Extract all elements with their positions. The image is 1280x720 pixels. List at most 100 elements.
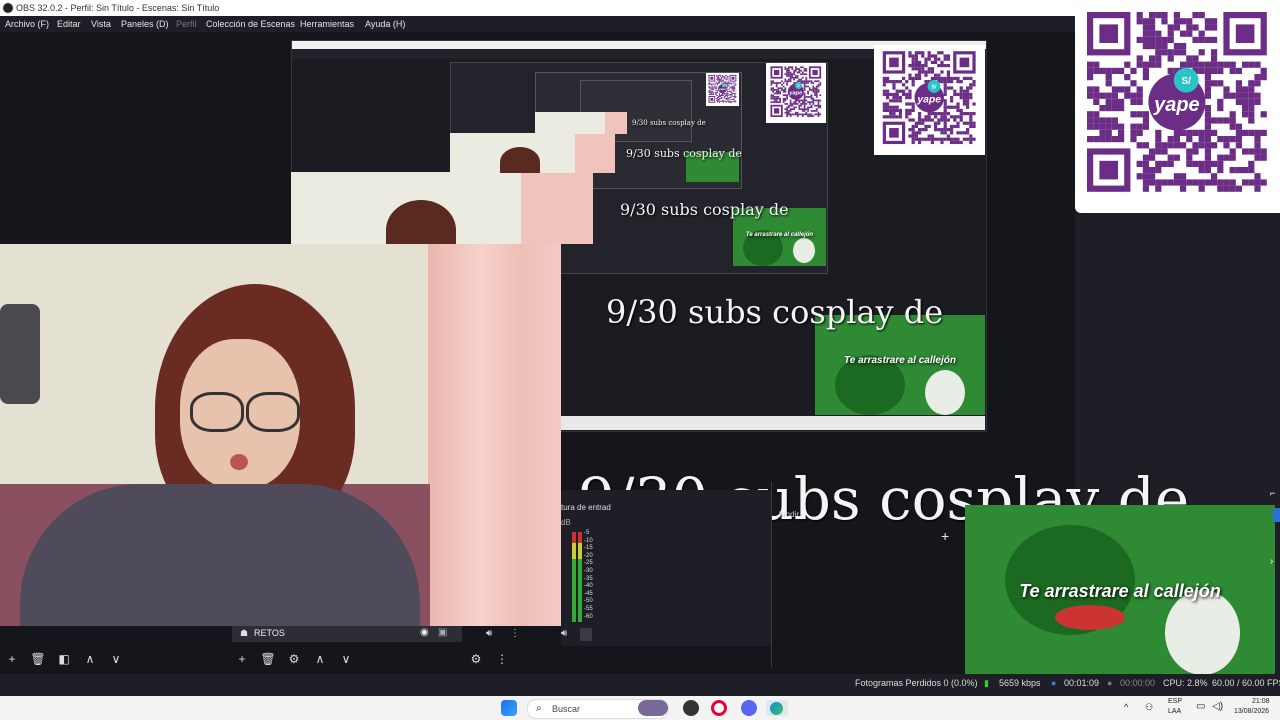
obs-taskbar-icon[interactable] — [683, 700, 699, 716]
scene-filters-icon[interactable]: ◧ — [58, 653, 70, 665]
qr-module — [803, 99, 806, 102]
qr-module — [719, 95, 721, 97]
qr-module — [917, 121, 922, 125]
qr-module — [1204, 80, 1211, 87]
qr-module — [940, 140, 944, 145]
qr-module — [791, 108, 794, 111]
qr-module — [940, 51, 944, 55]
qr-module — [721, 99, 723, 101]
qr-module — [711, 91, 713, 93]
qr-module — [956, 140, 960, 145]
menu-perfil[interactable]: Perfil — [176, 16, 197, 32]
discord-taskbar-icon[interactable] — [741, 700, 757, 716]
qr-module — [943, 124, 947, 129]
tray-lang[interactable]: ESP — [1168, 698, 1182, 705]
qr-module — [956, 105, 960, 109]
source-item-retos[interactable]: ☗ RETOS ◉ ▣ — [232, 626, 462, 642]
qr-module — [803, 94, 806, 97]
qr-module — [1142, 117, 1149, 124]
qr-module — [905, 115, 909, 119]
qr-module — [892, 80, 896, 84]
qr-module — [733, 89, 735, 91]
lock-icon[interactable]: ▣ — [438, 627, 447, 638]
network-icon[interactable]: ▭ — [1196, 701, 1205, 712]
qr-module — [1248, 61, 1255, 68]
qr-module — [710, 83, 712, 85]
speaker-icon-2[interactable]: 🔊︎ — [561, 628, 567, 639]
menu-editar[interactable]: Editar — [57, 16, 81, 32]
move-source-down-icon[interactable]: ∨ — [340, 653, 352, 665]
advanced-audio-gear-icon[interactable]: ⚙ — [470, 653, 482, 665]
qr-module — [1229, 136, 1236, 143]
qr-module — [1248, 105, 1255, 112]
qr-module — [956, 80, 960, 84]
taskbar-search[interactable]: ⌕ Buscar — [527, 699, 669, 719]
add-source-button[interactable]: + — [236, 653, 248, 665]
qr-module — [716, 78, 718, 80]
move-source-up-icon[interactable]: ∧ — [314, 653, 326, 665]
qr-module — [815, 108, 818, 111]
menu-paneles[interactable]: Paneles (D) — [121, 16, 169, 32]
move-scene-down-icon[interactable]: ∨ — [110, 653, 122, 665]
qr-module — [733, 100, 735, 102]
qr-module — [1248, 179, 1255, 186]
menu-archivo[interactable]: Archivo (F) — [5, 16, 49, 32]
yape-logo-text: yape — [788, 90, 802, 96]
remove-source-trash-icon[interactable]: 🗑︎ — [260, 653, 275, 665]
qr-module — [1155, 49, 1162, 56]
qr-module — [720, 100, 722, 102]
qr-module — [782, 94, 785, 97]
audio-menu-button-2[interactable] — [580, 628, 592, 641]
tray-chevron-icon[interactable]: ^ — [1124, 702, 1128, 712]
qr-module — [1149, 179, 1156, 186]
tray-lang-sub[interactable]: LAA — [1168, 708, 1181, 715]
qr-module — [924, 70, 928, 74]
dock-menu-icon[interactable]: ⌐ — [1270, 488, 1275, 498]
move-scene-up-icon[interactable]: ∧ — [84, 653, 96, 665]
qr-module — [1130, 111, 1137, 118]
transition-select[interactable]: fundir — [779, 510, 799, 519]
qr-module — [1087, 61, 1094, 68]
qr-module — [1254, 185, 1261, 192]
remove-scene-trash-icon[interactable]: 🗑︎ — [30, 653, 45, 665]
add-scene-button[interactable]: + — [6, 653, 18, 665]
windows-start-icon[interactable] — [501, 700, 517, 716]
qr-module — [807, 110, 809, 112]
qr-module — [1173, 49, 1180, 56]
qr-module — [710, 87, 712, 89]
qr-module — [895, 108, 899, 113]
qr-module — [1093, 117, 1100, 124]
menu-ayuda[interactable]: Ayuda (H) — [365, 16, 405, 32]
qr-module — [1254, 142, 1261, 149]
clock-time[interactable]: 21:08 — [1252, 698, 1270, 705]
qr-module — [946, 70, 951, 74]
qr-module — [786, 103, 788, 105]
source-properties-gear-icon[interactable]: ⚙ — [288, 653, 300, 665]
speaker-icon[interactable]: 🔊︎ — [486, 628, 492, 639]
qr-module — [1118, 123, 1125, 130]
edge-taskbar-active[interactable] — [766, 700, 788, 716]
menu-coleccion-escenas[interactable]: Colección de Escenas — [206, 16, 295, 32]
qr-module — [727, 97, 729, 99]
qr-module — [727, 82, 729, 84]
qr-module — [803, 89, 806, 91]
add-transition-button[interactable]: + — [941, 528, 949, 544]
qr-module — [1198, 129, 1205, 136]
clock-date[interactable]: 13/08/2026 — [1234, 708, 1269, 715]
qr-module — [1111, 123, 1118, 130]
scroll-right-arrow[interactable]: › — [1270, 556, 1273, 567]
volume-icon[interactable]: ◁) — [1212, 701, 1223, 712]
mixer-menu-icon[interactable]: ⋮ — [496, 653, 508, 665]
qr-module — [956, 115, 960, 119]
audio-menu-icon[interactable]: ⋮ — [510, 628, 520, 639]
search-highlight-image — [638, 700, 668, 716]
qr-module — [719, 97, 721, 99]
qr-module — [969, 83, 973, 87]
menu-vista[interactable]: Vista — [91, 16, 111, 32]
qr-module — [1248, 117, 1255, 124]
opera-taskbar-icon[interactable] — [711, 700, 727, 716]
menu-herramientas[interactable]: Herramientas — [300, 16, 354, 32]
tray-vpn-icon[interactable]: ⚇ — [1145, 702, 1153, 713]
qr-module — [924, 60, 928, 65]
visibility-eye-icon[interactable]: ◉ — [420, 627, 429, 638]
